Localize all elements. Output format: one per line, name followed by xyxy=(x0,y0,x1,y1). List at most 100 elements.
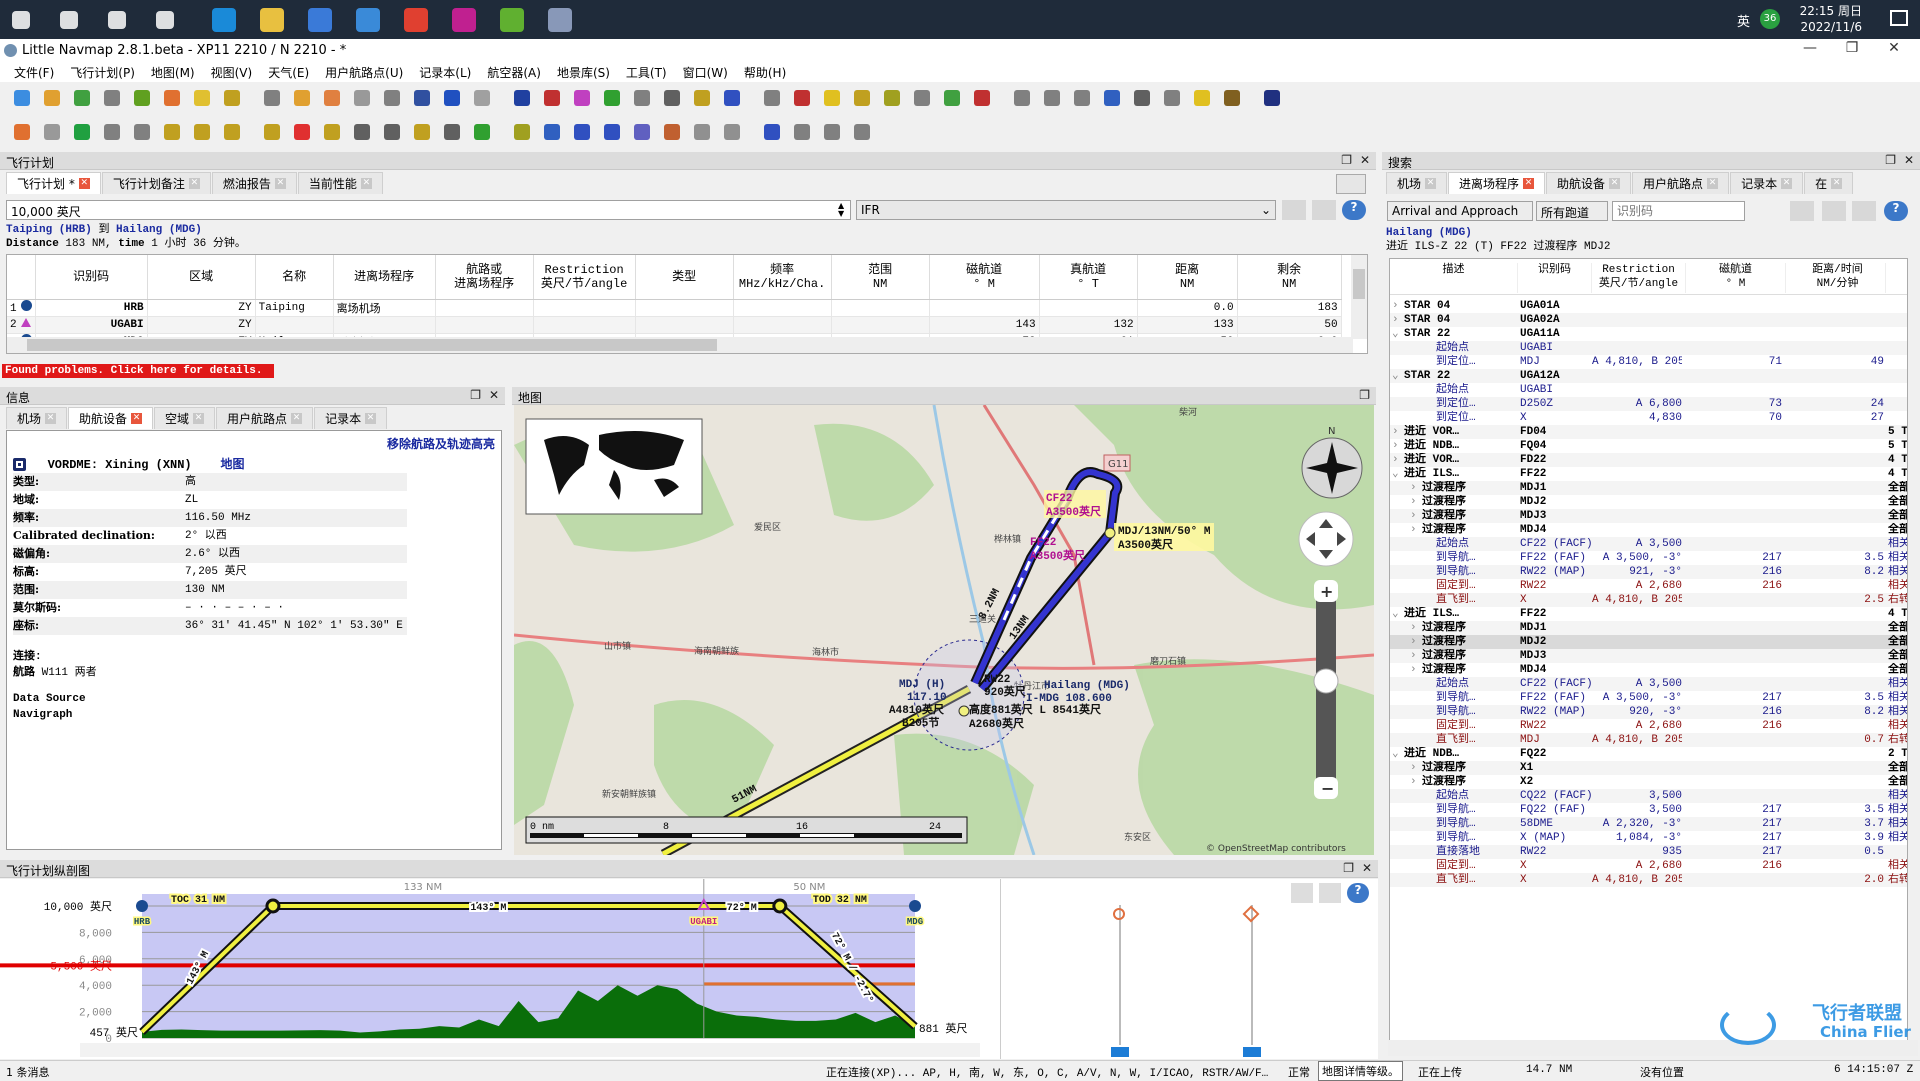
column-header[interactable]: 进离场程序 xyxy=(333,255,436,300)
taskview-icon[interactable] xyxy=(156,11,174,29)
procedure-row[interactable]: › 过渡程序 MDJ4 全部 xyxy=(1390,663,1907,677)
toolbar-button[interactable] xyxy=(660,120,684,144)
airport-icon[interactable] xyxy=(136,900,148,912)
procedure-row[interactable]: › 过渡程序 MDJ3 全部 xyxy=(1390,649,1907,663)
procedure-row[interactable]: 到导航… X (MAP) 1,084, -3° 217 3.9 相关 xyxy=(1390,831,1907,845)
procedure-row[interactable]: 固定到… RW22 A 2,680 216 相关 xyxy=(1390,719,1907,733)
procedure-row[interactable]: ⌄ 进近 NDB… FQ22 2 T xyxy=(1390,747,1907,761)
procedure-row[interactable]: › 过渡程序 X1 全部 xyxy=(1390,761,1907,775)
runway-select[interactable]: 所有跑道 xyxy=(1536,201,1608,221)
chevron-right-icon[interactable]: › xyxy=(1410,761,1417,775)
menu-item[interactable]: 地景库(S) xyxy=(549,62,618,82)
chevron-right-icon[interactable]: › xyxy=(1410,509,1417,523)
tab-close-icon[interactable]: ✕ xyxy=(131,413,143,424)
status-messages[interactable]: 1 条消息 xyxy=(6,1064,50,1080)
procedure-row[interactable]: ⌄ 进近 ILS… FF22 4 T xyxy=(1390,467,1907,481)
procedure-row[interactable]: ⌄ STAR 22 UGA12A xyxy=(1390,369,1907,383)
procedure-row[interactable]: › STAR 04 UGA02A xyxy=(1390,313,1907,327)
restore-button[interactable]: ❐ xyxy=(1832,40,1872,56)
procedure-airport[interactable]: Hailang (MDG) xyxy=(1386,226,1610,240)
mdj13-fix[interactable] xyxy=(1104,527,1116,539)
toolbar-button[interactable] xyxy=(40,86,64,110)
toolbar-button[interactable] xyxy=(100,86,124,110)
menu-item[interactable]: 用户航路点(U) xyxy=(317,62,411,82)
toolbar-button[interactable] xyxy=(70,86,94,110)
procedure-row[interactable]: 到导航… FF22 (FAF) A 3,500, -3° 217 3.5 相关 xyxy=(1390,551,1907,565)
clear-filter-icon[interactable] xyxy=(1822,201,1846,221)
flight-type-select[interactable]: IFR ⌄ xyxy=(856,200,1276,220)
toolbar-button[interactable] xyxy=(410,86,434,110)
toolbar-button[interactable] xyxy=(790,86,814,110)
explorer-icon[interactable] xyxy=(260,8,284,32)
toolbar-button[interactable] xyxy=(570,86,594,110)
chevron-right-icon[interactable]: › xyxy=(1392,439,1399,453)
menu-item[interactable]: 文件(F) xyxy=(6,62,62,82)
toolbar-button[interactable] xyxy=(510,86,534,110)
procedure-row[interactable]: 到导航… RW22 (MAP) 920, -3° 216 8.2 相关 xyxy=(1390,705,1907,719)
column-header[interactable]: Restriction 英尺/节/angle xyxy=(1592,263,1686,293)
procedure-row[interactable]: › 过渡程序 MDJ1 全部 xyxy=(1390,481,1907,495)
toolbar-button[interactable] xyxy=(1260,86,1284,110)
tab-close-icon[interactable]: ✕ xyxy=(274,178,286,189)
destination-link[interactable]: Hailang (MDG) xyxy=(116,224,202,236)
input-language[interactable]: 英 xyxy=(1737,11,1750,30)
tab[interactable]: 机场 ✕ xyxy=(6,407,68,429)
remove-highlight-link[interactable]: 移除航路及轨迹高亮 xyxy=(387,435,495,452)
chevron-down-icon[interactable]: ⌄ xyxy=(1392,607,1399,621)
export-icon[interactable] xyxy=(1852,201,1876,221)
toolbar-button[interactable] xyxy=(260,86,284,110)
tab[interactable]: 助航设备 ✕ xyxy=(1546,172,1632,194)
column-header[interactable]: 识别码 xyxy=(35,255,148,300)
toolbar-button[interactable] xyxy=(410,120,434,144)
procedure-row[interactable]: 起始点 UGABI xyxy=(1390,341,1907,355)
settings-icon[interactable] xyxy=(1312,200,1336,220)
close-icon[interactable]: ✕ xyxy=(1360,153,1370,167)
airport-icon[interactable] xyxy=(909,900,921,912)
toolbar-button[interactable] xyxy=(970,86,994,110)
tab[interactable]: 用户航路点 ✕ xyxy=(216,407,314,429)
chevron-down-icon[interactable]: ⌄ xyxy=(1392,747,1399,761)
procedure-row[interactable]: ⌄ STAR 22 UGA11A xyxy=(1390,327,1907,341)
tab[interactable]: 记录本 ✕ xyxy=(314,407,388,429)
procedure-row[interactable]: 起始点 CF22 (FACF) A 3,500 相关 xyxy=(1390,677,1907,691)
chevron-right-icon[interactable]: › xyxy=(1410,481,1417,495)
toolbar-button[interactable] xyxy=(70,120,94,144)
toolbar-button[interactable] xyxy=(1130,86,1154,110)
tab-close-icon[interactable]: ✕ xyxy=(365,413,377,424)
app-icon[interactable] xyxy=(452,8,476,32)
column-header[interactable]: 剩余 NM xyxy=(1237,255,1342,300)
edge-icon[interactable] xyxy=(212,8,236,32)
toolbar-button[interactable] xyxy=(720,86,744,110)
float-icon[interactable]: ❐ xyxy=(1359,388,1370,402)
marker-icon[interactable] xyxy=(1113,908,1125,920)
procedure-row[interactable]: 直接落地 RW22 935 217 0.5 xyxy=(1390,845,1907,859)
procedure-row[interactable]: › 过渡程序 MDJ2 全部 xyxy=(1390,495,1907,509)
close-button[interactable]: ✕ xyxy=(1874,40,1914,56)
tab[interactable]: 进离场程序 ✕ xyxy=(1448,172,1546,194)
toolbar-button[interactable] xyxy=(130,120,154,144)
tab-close-icon[interactable]: ✕ xyxy=(1781,178,1793,189)
toolbar-button[interactable] xyxy=(1190,86,1214,110)
settings-icon[interactable] xyxy=(1319,883,1341,903)
float-icon[interactable]: ❐ xyxy=(470,388,481,402)
column-header[interactable]: 距离/时间 NM/分钟 xyxy=(1790,263,1886,293)
procedure-row[interactable]: 固定到… X A 2,680 216 相关 xyxy=(1390,859,1907,873)
procedure-row[interactable]: › STAR 04 UGA01A xyxy=(1390,299,1907,313)
toolbar-button[interactable] xyxy=(220,86,244,110)
chevron-right-icon[interactable]: › xyxy=(1392,299,1399,313)
procedure-row[interactable]: 起始点 UGABI xyxy=(1390,383,1907,397)
chevron-right-icon[interactable]: › xyxy=(1410,495,1417,509)
toolbar-button[interactable] xyxy=(350,86,374,110)
toolbar-button[interactable] xyxy=(760,86,784,110)
mail-icon[interactable] xyxy=(356,8,380,32)
toolbar-button[interactable] xyxy=(1070,86,1094,110)
tod-marker[interactable] xyxy=(772,898,788,914)
tab-close-icon[interactable]: ✕ xyxy=(1425,178,1437,189)
tab-close-icon[interactable]: ✕ xyxy=(193,413,205,424)
toolbar-button[interactable] xyxy=(10,86,34,110)
tab-close-icon[interactable]: ✕ xyxy=(291,413,303,424)
tab[interactable]: 当前性能 ✕ xyxy=(297,172,383,194)
pan-control[interactable] xyxy=(1298,511,1354,567)
help-icon[interactable]: ? xyxy=(1884,201,1908,221)
tab-close-icon[interactable]: ✕ xyxy=(188,178,200,189)
